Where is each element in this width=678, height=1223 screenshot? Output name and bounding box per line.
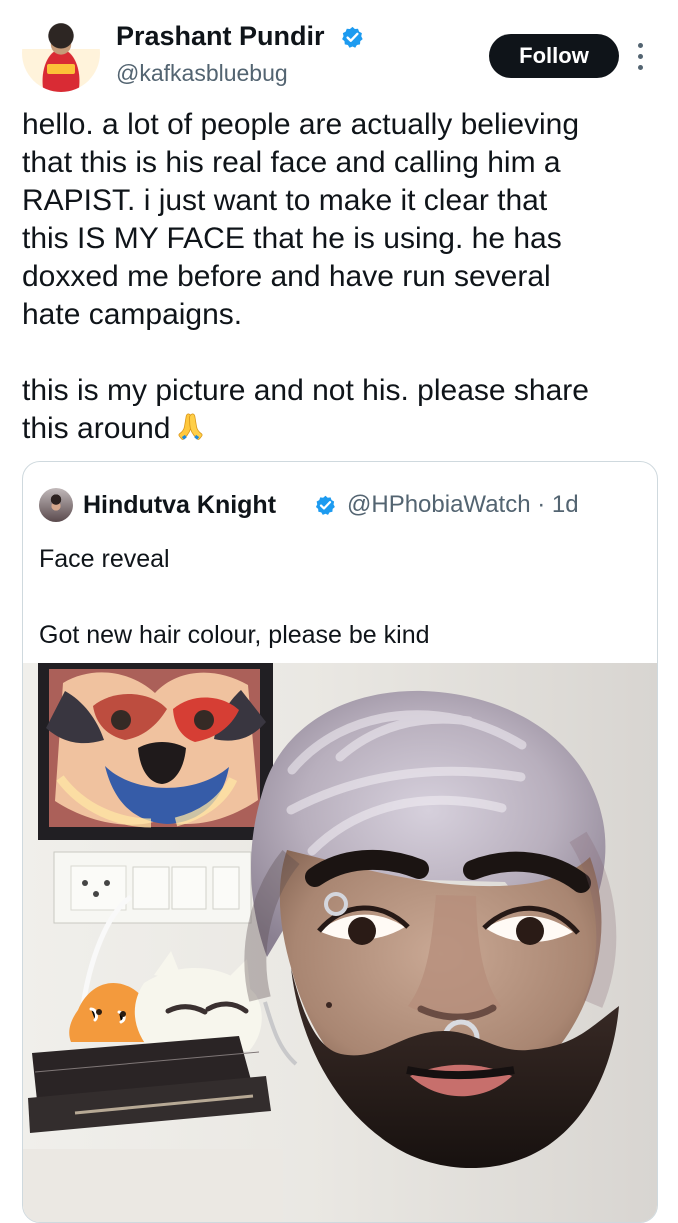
- folded-hands-emoji-icon: [178, 413, 203, 440]
- quoted-author-avatar[interactable]: [39, 488, 73, 522]
- author-handle[interactable]: @kafkasbluebug: [116, 59, 288, 87]
- verified-badge-icon: [342, 26, 363, 48]
- tweet-text: hello. a lot of people are actually beli…: [22, 108, 589, 445]
- follow-button[interactable]: Follow: [489, 34, 619, 78]
- quoted-verified-badge-icon: [315, 495, 335, 515]
- tweet-header: Prashant Pundir @kafkasbluebug Follow: [22, 14, 658, 94]
- quoted-tweet-photo[interactable]: [23, 663, 657, 1222]
- selfie-photo: [23, 663, 657, 1222]
- author-display-name[interactable]: Prashant Pundir: [116, 20, 325, 52]
- quoted-tweet-card[interactable]: Hindutva Knight @HPhobiaWatch · 1d Face …: [22, 461, 658, 1223]
- more-vertical-icon[interactable]: [633, 39, 647, 75]
- quoted-tweet-text: Face reveal Got new hair colour, please …: [39, 545, 430, 649]
- quoted-handle-and-date[interactable]: @HPhobiaWatch · 1d: [347, 490, 579, 520]
- author-avatar[interactable]: [22, 14, 100, 92]
- quoted-author-display-name[interactable]: Hindutva Knight: [83, 490, 276, 520]
- tweet-body: hello. a lot of people are actually beli…: [22, 106, 657, 448]
